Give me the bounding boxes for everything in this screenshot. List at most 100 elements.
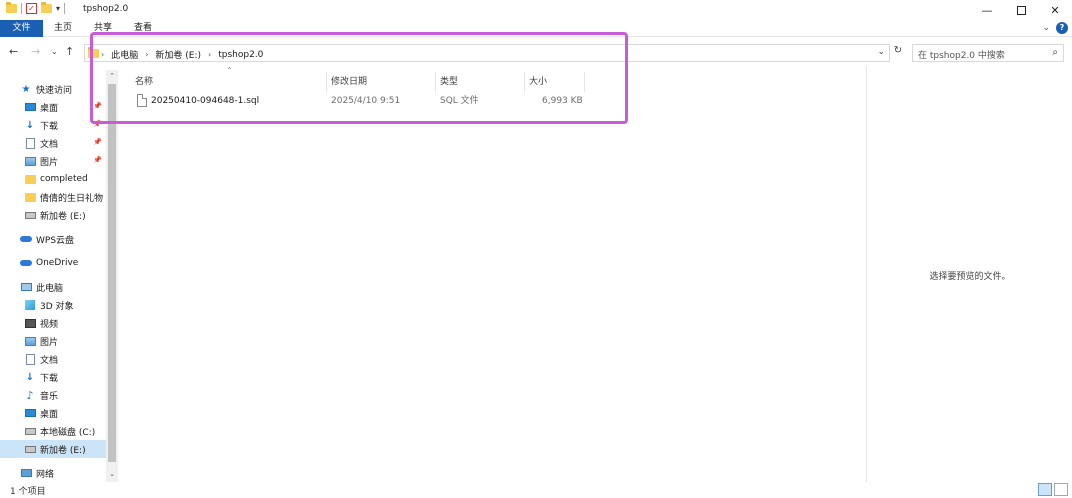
drive-icon (24, 426, 36, 437)
sidebar-item-label: 本地磁盘 (C:) (40, 427, 96, 438)
chevron-right-icon[interactable]: › (145, 50, 148, 59)
sidebar-item-label: 3D 对象 (40, 301, 74, 312)
sidebar-item[interactable]: 图片 (0, 332, 106, 350)
close-button[interactable]: ✕ (1038, 0, 1072, 20)
back-icon[interactable]: ← (9, 45, 18, 58)
folder-icon (24, 192, 36, 203)
sidebar-item[interactable]: 桌面 📌 (0, 98, 106, 116)
folder-icon (24, 174, 36, 185)
preview-message: 选择要预览的文件。 (929, 272, 1011, 282)
music-icon: ♪ (26, 388, 34, 402)
customize-toolbar-icon[interactable]: ▾ (56, 4, 60, 13)
address-bar[interactable]: › 此电脑 › 新加卷 (E:) › tpshop2.0 ⌄ (84, 44, 890, 62)
refresh-icon[interactable]: ↻ (890, 45, 906, 61)
ribbon-tabs: 文件 主页 共享 查看 ⌄ ? (0, 20, 1072, 37)
explorer-window: ✓ ▾ tpshop2.0 — ✕ 文件 主页 共享 查看 ⌄ ? ← → ⌄ … (0, 0, 1072, 498)
column-header-name[interactable]: 名称 (131, 72, 327, 92)
sidebar-item[interactable]: 新加卷 (E:) (0, 440, 106, 458)
up-icon[interactable]: ↑ (65, 45, 74, 58)
tab-view[interactable]: 查看 (128, 20, 158, 37)
quick-access-toolbar: ✓ ▾ (6, 2, 66, 14)
help-icon[interactable]: ? (1056, 22, 1068, 34)
details-view-icon[interactable] (1038, 483, 1052, 496)
tab-home[interactable]: 主页 (48, 20, 78, 37)
sidebar-item[interactable]: 桌面 (0, 404, 106, 422)
sidebar-item[interactable]: 文档 (0, 350, 106, 368)
window-title: tpshop2.0 (83, 4, 129, 14)
sidebar-item[interactable]: ★ 快速访问 (0, 80, 106, 98)
sidebar-scrollbar[interactable]: ⌃ ⌄ (106, 70, 118, 482)
breadcrumb-drive-e[interactable]: 新加卷 (E:) (155, 48, 201, 61)
new-folder-icon[interactable] (41, 2, 52, 13)
tab-file[interactable]: 文件 (0, 20, 43, 37)
sidebar-item[interactable]: ♪ 音乐 (0, 386, 106, 404)
file-list-pane: ⌃ 名称 修改日期 类型 大小 20250410-094648-1.sql 20… (121, 66, 866, 482)
download-icon: ↓ (25, 119, 35, 131)
file-row[interactable]: 20250410-094648-1.sql 2025/4/10 9:51 SQL… (133, 92, 593, 110)
sidebar-item-label: 快速访问 (36, 85, 73, 96)
expand-ribbon-icon[interactable]: ⌄ (1042, 23, 1050, 33)
file-name: 20250410-094648-1.sql (151, 96, 260, 106)
sidebar-item-label: 桌面 (40, 103, 59, 114)
folder-icon (88, 47, 99, 58)
search-input[interactable]: 在 tpshop2.0 中搜索 ⌕ (912, 44, 1064, 62)
sidebar-item[interactable]: 3D 对象 (0, 296, 106, 314)
file-size: 6,993 KB (542, 96, 583, 106)
sidebar-item[interactable]: 此电脑 (0, 278, 106, 296)
chevron-right-icon[interactable]: › (208, 50, 211, 59)
item-count: 1 个项目 (10, 487, 46, 497)
chevron-right-icon[interactable]: › (101, 50, 104, 59)
search-placeholder: 在 tpshop2.0 中搜索 (918, 51, 1005, 61)
sidebar-item[interactable]: 文档 📌 (0, 134, 106, 152)
minimize-icon: — (981, 3, 993, 17)
large-icons-view-icon[interactable] (1054, 483, 1068, 496)
sidebar-item[interactable]: completed (0, 170, 106, 188)
sidebar-item[interactable]: 网络 (0, 464, 106, 482)
chevron-down-icon[interactable]: ⌄ (877, 47, 885, 57)
cloud-icon (20, 234, 32, 245)
sidebar-item-label: OneDrive (36, 258, 79, 268)
column-header-type[interactable]: 类型 (436, 72, 525, 92)
column-header-modified[interactable]: 修改日期 (327, 72, 436, 92)
address-row: ← → ⌄ ↑ › 此电脑 › 新加卷 (E:) › tpshop2.0 ⌄ ↻… (0, 41, 1072, 65)
scrollbar-thumb[interactable] (108, 84, 116, 462)
sidebar-item-label: 新加卷 (E:) (40, 445, 86, 456)
sidebar-item[interactable]: ↓ 下载 📌 (0, 116, 106, 134)
pin-icon[interactable]: 📌 (93, 102, 102, 110)
document-icon (24, 137, 36, 149)
sidebar-item-label: 桌面 (40, 409, 59, 420)
sidebar-item[interactable]: 新加卷 (E:) (0, 206, 106, 224)
sidebar-item-label: 图片 (40, 157, 59, 168)
scroll-up-icon[interactable]: ⌃ (106, 72, 118, 80)
sidebar-item-label: 此电脑 (36, 283, 64, 294)
sidebar-item[interactable]: OneDrive (0, 254, 106, 272)
forward-icon[interactable]: → (31, 45, 40, 58)
sidebar-item-label: 网络 (36, 469, 55, 480)
drive-icon (24, 444, 36, 455)
properties-icon[interactable]: ✓ (26, 3, 37, 14)
sidebar-item-label: 下载 (40, 373, 59, 384)
scroll-down-icon[interactable]: ⌄ (106, 470, 118, 478)
video-icon (24, 318, 36, 329)
title-bar: ✓ ▾ tpshop2.0 — ✕ (0, 0, 1072, 20)
pin-icon[interactable]: 📌 (93, 120, 102, 128)
sidebar-item[interactable]: 本地磁盘 (C:) (0, 422, 106, 440)
recent-locations-icon[interactable]: ⌄ (51, 47, 58, 56)
minimize-button[interactable]: — (970, 0, 1004, 20)
cloud-icon (20, 258, 32, 269)
status-bar: 1 个项目 (0, 482, 1072, 498)
folder-icon (6, 2, 17, 13)
sidebar-item[interactable]: 图片 📌 (0, 152, 106, 170)
column-header-size[interactable]: 大小 (525, 72, 585, 92)
sidebar-item[interactable]: 倩倩的生日礼物 (0, 188, 106, 206)
sidebar-item[interactable]: WPS云盘 (0, 230, 106, 248)
tab-share[interactable]: 共享 (88, 20, 118, 37)
sidebar-item[interactable]: ↓ 下载 (0, 368, 106, 386)
sidebar-item[interactable]: 视频 (0, 314, 106, 332)
breadcrumb-this-pc[interactable]: 此电脑 (111, 48, 138, 61)
sidebar-item-label: 图片 (40, 337, 59, 348)
breadcrumb-tpshop[interactable]: tpshop2.0 (218, 50, 263, 60)
maximize-button[interactable] (1004, 0, 1038, 20)
pin-icon[interactable]: 📌 (93, 156, 102, 164)
pin-icon[interactable]: 📌 (93, 138, 102, 146)
